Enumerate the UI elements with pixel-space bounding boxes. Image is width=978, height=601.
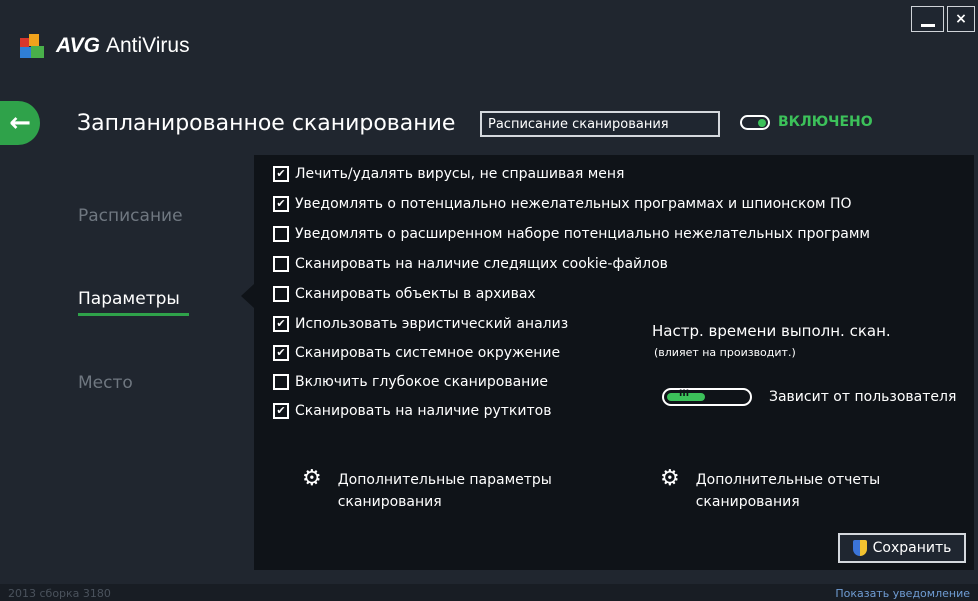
scan-speed-value: Зависит от пользователя bbox=[769, 389, 957, 405]
gear-icon: ⚙ bbox=[660, 466, 680, 491]
status-bar bbox=[0, 584, 978, 601]
scan-name-input[interactable] bbox=[480, 111, 720, 137]
close-icon: × bbox=[955, 11, 967, 27]
sidebar-item-schedule[interactable]: Расписание bbox=[78, 206, 183, 226]
scan-speed-slider[interactable] bbox=[662, 388, 752, 406]
avg-logo-icon bbox=[20, 34, 48, 58]
shield-icon bbox=[852, 540, 867, 556]
save-button[interactable]: Сохранить bbox=[838, 533, 966, 563]
schedule-toggle[interactable]: ВКЛЮЧЕНО bbox=[740, 114, 873, 130]
option-rootkits[interactable]: ✔ Сканировать на наличие руткитов bbox=[273, 403, 551, 419]
scan-speed-title: Настр. времени выполн. скан. bbox=[652, 322, 891, 340]
sidebar-item-settings[interactable]: Параметры bbox=[78, 289, 180, 309]
app-title: AVG AntiVirus bbox=[56, 34, 190, 57]
option-system-environment[interactable]: ✔ Сканировать системное окружение bbox=[273, 345, 560, 361]
checkbox[interactable]: ✔ bbox=[273, 316, 289, 332]
option-notify-pup[interactable]: ✔ Уведомлять о потенциально нежелательных… bbox=[273, 196, 852, 212]
back-button[interactable]: ← bbox=[0, 101, 40, 145]
app-logo: AVG AntiVirus bbox=[20, 34, 190, 58]
option-notify-extended-pup[interactable]: Уведомлять о расширенном наборе потенциа… bbox=[273, 226, 870, 242]
close-button[interactable]: × bbox=[947, 6, 975, 32]
avg-window: × AVG AntiVirus ← Запланированное сканиро… bbox=[0, 0, 978, 601]
slider-handle[interactable] bbox=[667, 389, 705, 401]
checkbox[interactable] bbox=[273, 374, 289, 390]
sidebar-item-location[interactable]: Место bbox=[78, 373, 133, 393]
checkbox[interactable]: ✔ bbox=[273, 166, 289, 182]
active-tab-indicator bbox=[78, 313, 189, 316]
checkbox[interactable]: ✔ bbox=[273, 403, 289, 419]
minimize-icon bbox=[920, 23, 935, 27]
option-heal-without-asking[interactable]: ✔ Лечить/удалять вирусы, не спрашивая мен… bbox=[273, 166, 624, 182]
option-scan-archives[interactable]: Сканировать объекты в архивах bbox=[273, 286, 536, 302]
option-tracking-cookies[interactable]: Сканировать на наличие следящих cookie-ф… bbox=[273, 256, 668, 272]
option-deep-scan[interactable]: Включить глубокое сканирование bbox=[273, 374, 548, 390]
toggle-label: ВКЛЮЧЕНО bbox=[778, 114, 873, 130]
option-heuristics[interactable]: ✔ Использовать эвристический анализ bbox=[273, 316, 568, 332]
checkbox[interactable]: ✔ bbox=[273, 196, 289, 212]
checkbox[interactable] bbox=[273, 226, 289, 242]
minimize-button[interactable] bbox=[911, 6, 944, 32]
checkbox[interactable]: ✔ bbox=[273, 345, 289, 361]
active-pointer-icon bbox=[241, 284, 254, 308]
show-notification-link[interactable]: Показать уведомление bbox=[835, 587, 970, 600]
toggle-switch-icon bbox=[740, 114, 770, 130]
gear-icon: ⚙ bbox=[302, 466, 322, 491]
build-info: 2013 сборка 3180 bbox=[8, 587, 111, 600]
checkbox[interactable] bbox=[273, 256, 289, 272]
advanced-settings-link[interactable]: ⚙ Дополнительные параметры сканирования bbox=[302, 466, 552, 513]
checkbox[interactable] bbox=[273, 286, 289, 302]
scan-speed-subtitle: (влияет на производит.) bbox=[654, 346, 796, 359]
back-arrow-icon: ← bbox=[9, 108, 31, 138]
page-title: Запланированное сканирование bbox=[77, 111, 456, 136]
additional-reports-link[interactable]: ⚙ Дополнительные отчеты сканирования bbox=[660, 466, 880, 513]
